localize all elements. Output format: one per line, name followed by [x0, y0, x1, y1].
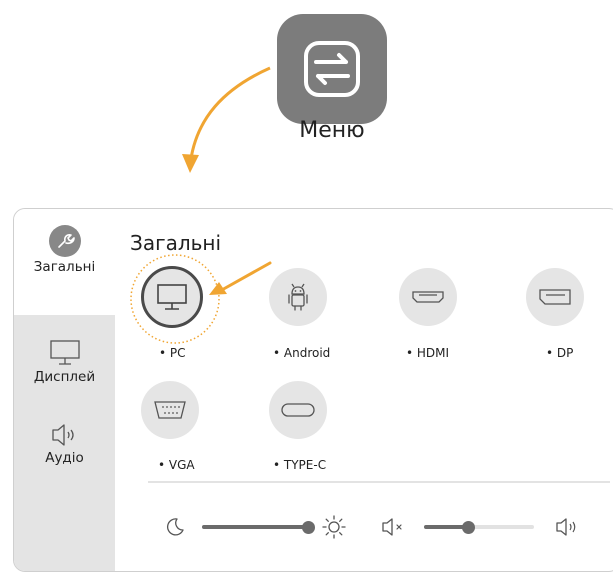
source-hdmi-button[interactable]	[399, 268, 457, 326]
brightness-slider-fill	[202, 525, 309, 529]
sidebar-item-label: Дисплей	[33, 369, 96, 385]
mute-icon	[382, 518, 402, 536]
displayport-icon	[539, 289, 571, 305]
curved-arrow-icon	[182, 66, 271, 173]
source-vga-label: • VGA	[158, 458, 195, 472]
pointer-arrow-icon	[209, 261, 272, 295]
source-pc-button[interactable]	[141, 266, 203, 328]
sidebar-item-label: Загальні	[33, 259, 96, 275]
vga-port-icon	[154, 401, 186, 419]
wrench-icon	[48, 225, 81, 257]
source-pc-label: • PC	[159, 346, 186, 360]
source-vga-button[interactable]	[141, 381, 199, 439]
volume-slider[interactable]	[424, 520, 534, 534]
source-android-button[interactable]	[269, 268, 327, 326]
hdmi-port-icon	[412, 291, 444, 303]
brightness-slider-knob[interactable]	[301, 520, 315, 534]
volume-slider-knob[interactable]	[461, 520, 475, 534]
divider	[148, 481, 610, 483]
brightness-slider[interactable]	[202, 520, 315, 534]
swap-arrows-icon	[304, 41, 360, 97]
source-android-label: • Android	[273, 346, 331, 360]
menu-button[interactable]	[277, 14, 387, 124]
source-typec-label: • TYPE-C	[273, 458, 327, 472]
sidebar-item-label: Аудіо	[45, 450, 84, 466]
speaker-icon	[51, 424, 74, 446]
sidebar: Загальні Дисплей Аудіо	[14, 209, 115, 571]
usb-c-port-icon	[281, 403, 315, 417]
sidebar-item-audio[interactable]: Аудіо	[14, 422, 115, 466]
section-title: Загальні	[130, 231, 222, 255]
sidebar-item-display[interactable]: Дисплей	[14, 339, 115, 385]
source-typec-button[interactable]	[269, 381, 327, 439]
settings-panel: Загальні Дисплей Аудіо Загальні • PC • A…	[13, 208, 613, 572]
source-dp-label: • DP	[546, 346, 574, 360]
sidebar-item-general[interactable]: Загальні	[14, 225, 115, 275]
monitor-icon	[49, 340, 80, 365]
source-dp-button[interactable]	[526, 268, 584, 326]
menu-label: Меню	[299, 118, 365, 143]
monitor-icon	[157, 284, 187, 310]
moon-icon	[166, 518, 184, 536]
volume-icon	[556, 518, 576, 536]
sun-icon	[322, 515, 346, 539]
source-hdmi-label: • HDMI	[406, 346, 450, 360]
android-icon	[288, 283, 308, 311]
